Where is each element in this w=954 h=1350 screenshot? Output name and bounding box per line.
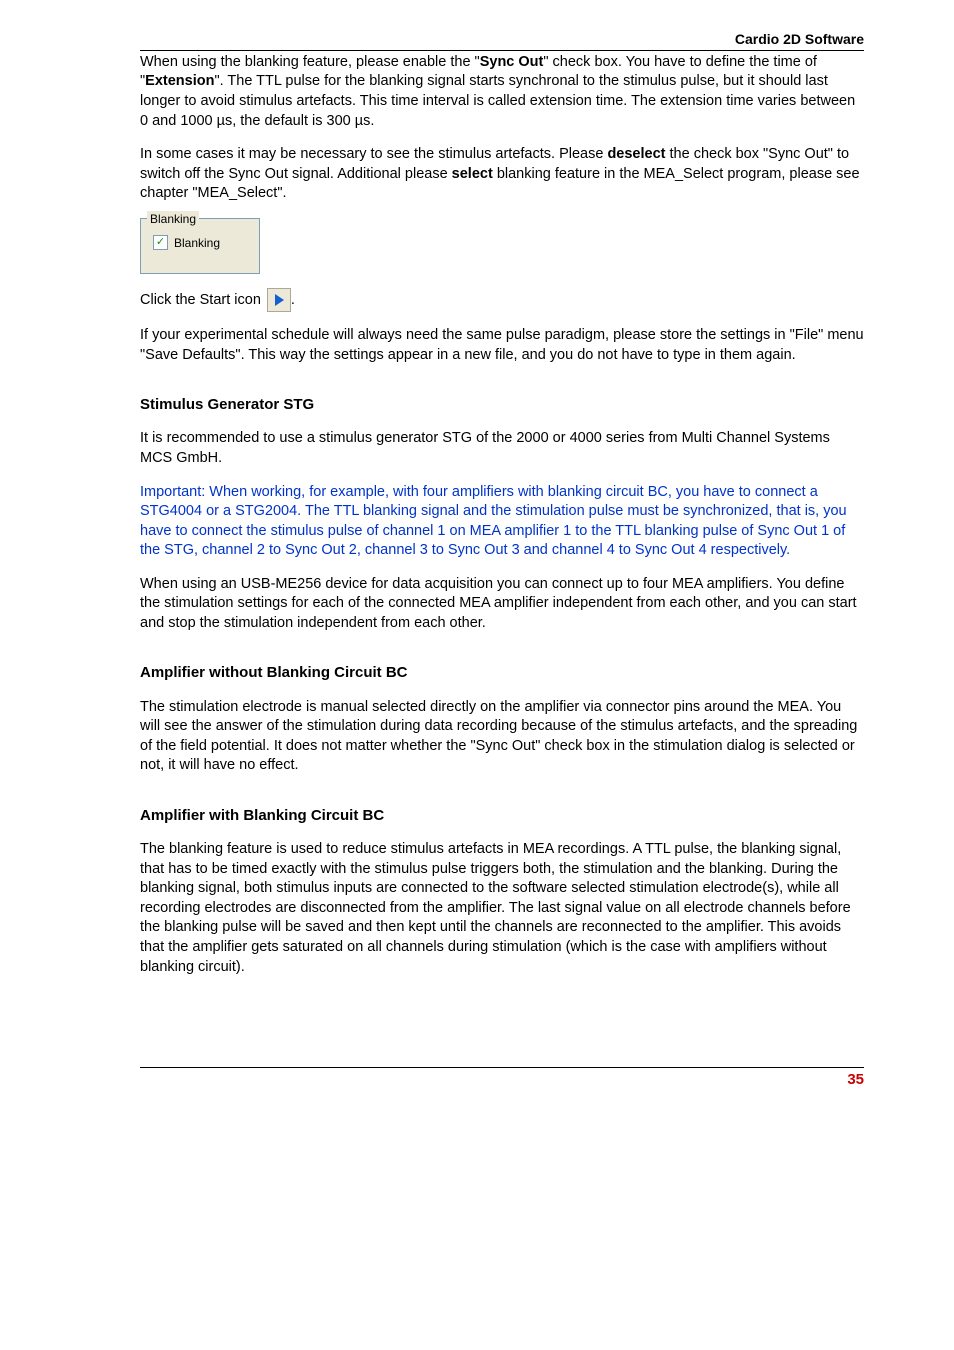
text: . bbox=[291, 292, 295, 308]
text: In some cases it may be necessary to see… bbox=[140, 146, 607, 162]
bold-extension: Extension bbox=[145, 73, 214, 89]
text: ". The TTL pulse for the blanking signal… bbox=[140, 73, 855, 128]
text: Click the Start icon bbox=[140, 292, 265, 308]
play-icon[interactable] bbox=[267, 288, 291, 312]
section-title-stg: Stimulus Generator STG bbox=[140, 395, 864, 415]
paragraph-important: Important: When working, for example, wi… bbox=[140, 483, 864, 561]
section-title-amp-without-bc: Amplifier without Blanking Circuit BC bbox=[140, 663, 864, 683]
blanking-groupbox: Blanking ✓ Blanking bbox=[140, 218, 260, 274]
bold-sync-out: Sync Out bbox=[480, 54, 544, 70]
page-number: 35 bbox=[140, 1067, 864, 1090]
section-title-amp-with-bc: Amplifier with Blanking Circuit BC bbox=[140, 806, 864, 826]
paragraph-usb-me256: When using an USB-ME256 device for data … bbox=[140, 575, 864, 634]
paragraph-sync-out: When using the blanking feature, please … bbox=[140, 53, 864, 131]
paragraph-amp-with-bc: The blanking feature is used to reduce s… bbox=[140, 840, 864, 977]
paragraph-deselect: In some cases it may be necessary to see… bbox=[140, 145, 864, 204]
groupbox-legend: Blanking bbox=[147, 211, 199, 227]
start-icon-line: Click the Start icon . bbox=[140, 288, 864, 312]
bold-select: select bbox=[452, 166, 493, 182]
paragraph-stg-reco: It is recommended to use a stimulus gene… bbox=[140, 429, 864, 468]
blanking-checkbox-label: Blanking bbox=[174, 235, 220, 251]
bold-deselect: deselect bbox=[607, 146, 665, 162]
blanking-checkbox[interactable]: ✓ bbox=[153, 235, 168, 250]
header-title: Cardio 2D Software bbox=[140, 30, 864, 51]
paragraph-save-defaults: If your experimental schedule will alway… bbox=[140, 326, 864, 365]
paragraph-amp-without-bc: The stimulation electrode is manual sele… bbox=[140, 698, 864, 776]
text: When using the blanking feature, please … bbox=[140, 54, 480, 70]
